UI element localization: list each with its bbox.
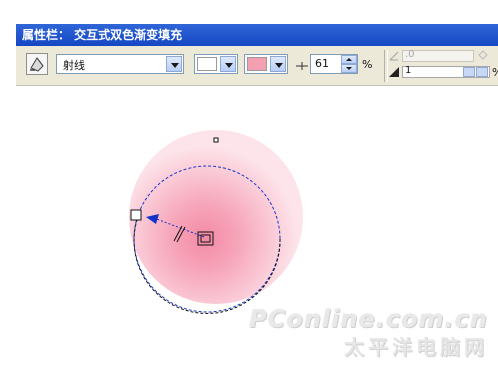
angle-value: .0 (405, 49, 415, 60)
from-color-button[interactable] (194, 54, 238, 74)
fill-type-select[interactable]: 射线 (56, 54, 184, 74)
property-toolbar: 射线 61 % .0 1 (16, 46, 498, 86)
midpoint-value: 61 (315, 57, 329, 70)
midpoint-spinner[interactable]: 61 (310, 54, 358, 74)
fill-type-dropdown-arrow[interactable] (166, 56, 182, 72)
edge-pad-icon (389, 67, 399, 77)
edge-pad-increase-button[interactable] (463, 67, 475, 77)
edge-pad-unit: % (492, 66, 498, 79)
edge-pad-decrease-button[interactable] (476, 67, 488, 77)
angle-reset-icon (478, 50, 488, 60)
end-color-handle[interactable] (130, 209, 142, 221)
from-color-swatch (197, 57, 217, 71)
edge-pad-field[interactable]: 1 (402, 65, 490, 78)
property-bar-title: 属性栏： 交互式双色渐变填充 (16, 24, 498, 46)
midpoint-icon (296, 62, 308, 70)
edge-pad-value: 1 (405, 65, 412, 76)
midpoint-increase-button[interactable] (341, 55, 357, 64)
to-color-dropdown-arrow[interactable] (270, 56, 286, 72)
angle-icon (389, 51, 399, 61)
to-color-button[interactable] (244, 54, 288, 74)
watermark-site: PConline.com.cn (249, 305, 488, 333)
from-color-dropdown-arrow[interactable] (220, 56, 236, 72)
fill-type-value: 射线 (63, 59, 85, 72)
top-node-handle[interactable] (213, 137, 219, 143)
interactive-fill-icon[interactable] (26, 53, 48, 75)
property-bar-window: 属性栏： 交互式双色渐变填充 射线 61 % .0 1 (16, 24, 498, 86)
midpoint-decrease-button[interactable] (341, 64, 357, 73)
midpoint-unit: % (362, 58, 373, 71)
to-color-swatch (247, 57, 267, 71)
angle-field: .0 (402, 49, 474, 62)
watermark-chinese: 太平洋电脑网 (344, 335, 488, 359)
